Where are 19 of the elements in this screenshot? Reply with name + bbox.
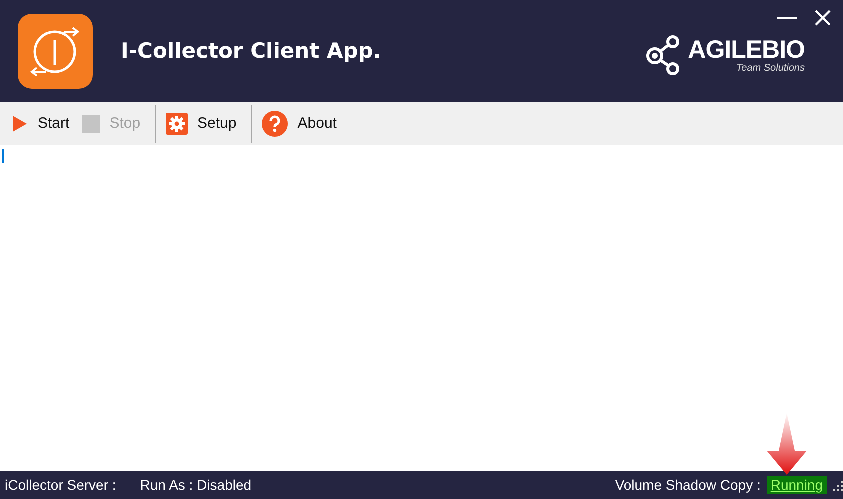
toolbar-button[interactable]: About [258,102,345,145]
window-title: I-Collector Client App. [121,39,382,63]
vss-label: Volume Shadow Copy : [615,477,761,493]
help-icon [262,110,288,136]
brand-name: AGILEBIO [688,36,805,62]
server-status: iCollector Server : [5,477,116,493]
stop-icon [82,114,100,132]
play-icon [12,114,28,132]
run-as-status: Run As : Disabled [140,477,252,493]
close-icon[interactable] [815,10,831,26]
text-cursor [2,149,4,163]
app-logo-icon [18,14,93,88]
vss-status-link[interactable]: Running [766,476,827,494]
toolbar-button[interactable]: Setup [162,102,245,145]
brand-tagline: Team Solutions [736,62,805,74]
down-arrow-icon [767,413,807,475]
resize-grip-icon[interactable] [831,479,843,491]
settings-icon [166,112,188,134]
toolbar-button[interactable]: Start [8,102,78,145]
